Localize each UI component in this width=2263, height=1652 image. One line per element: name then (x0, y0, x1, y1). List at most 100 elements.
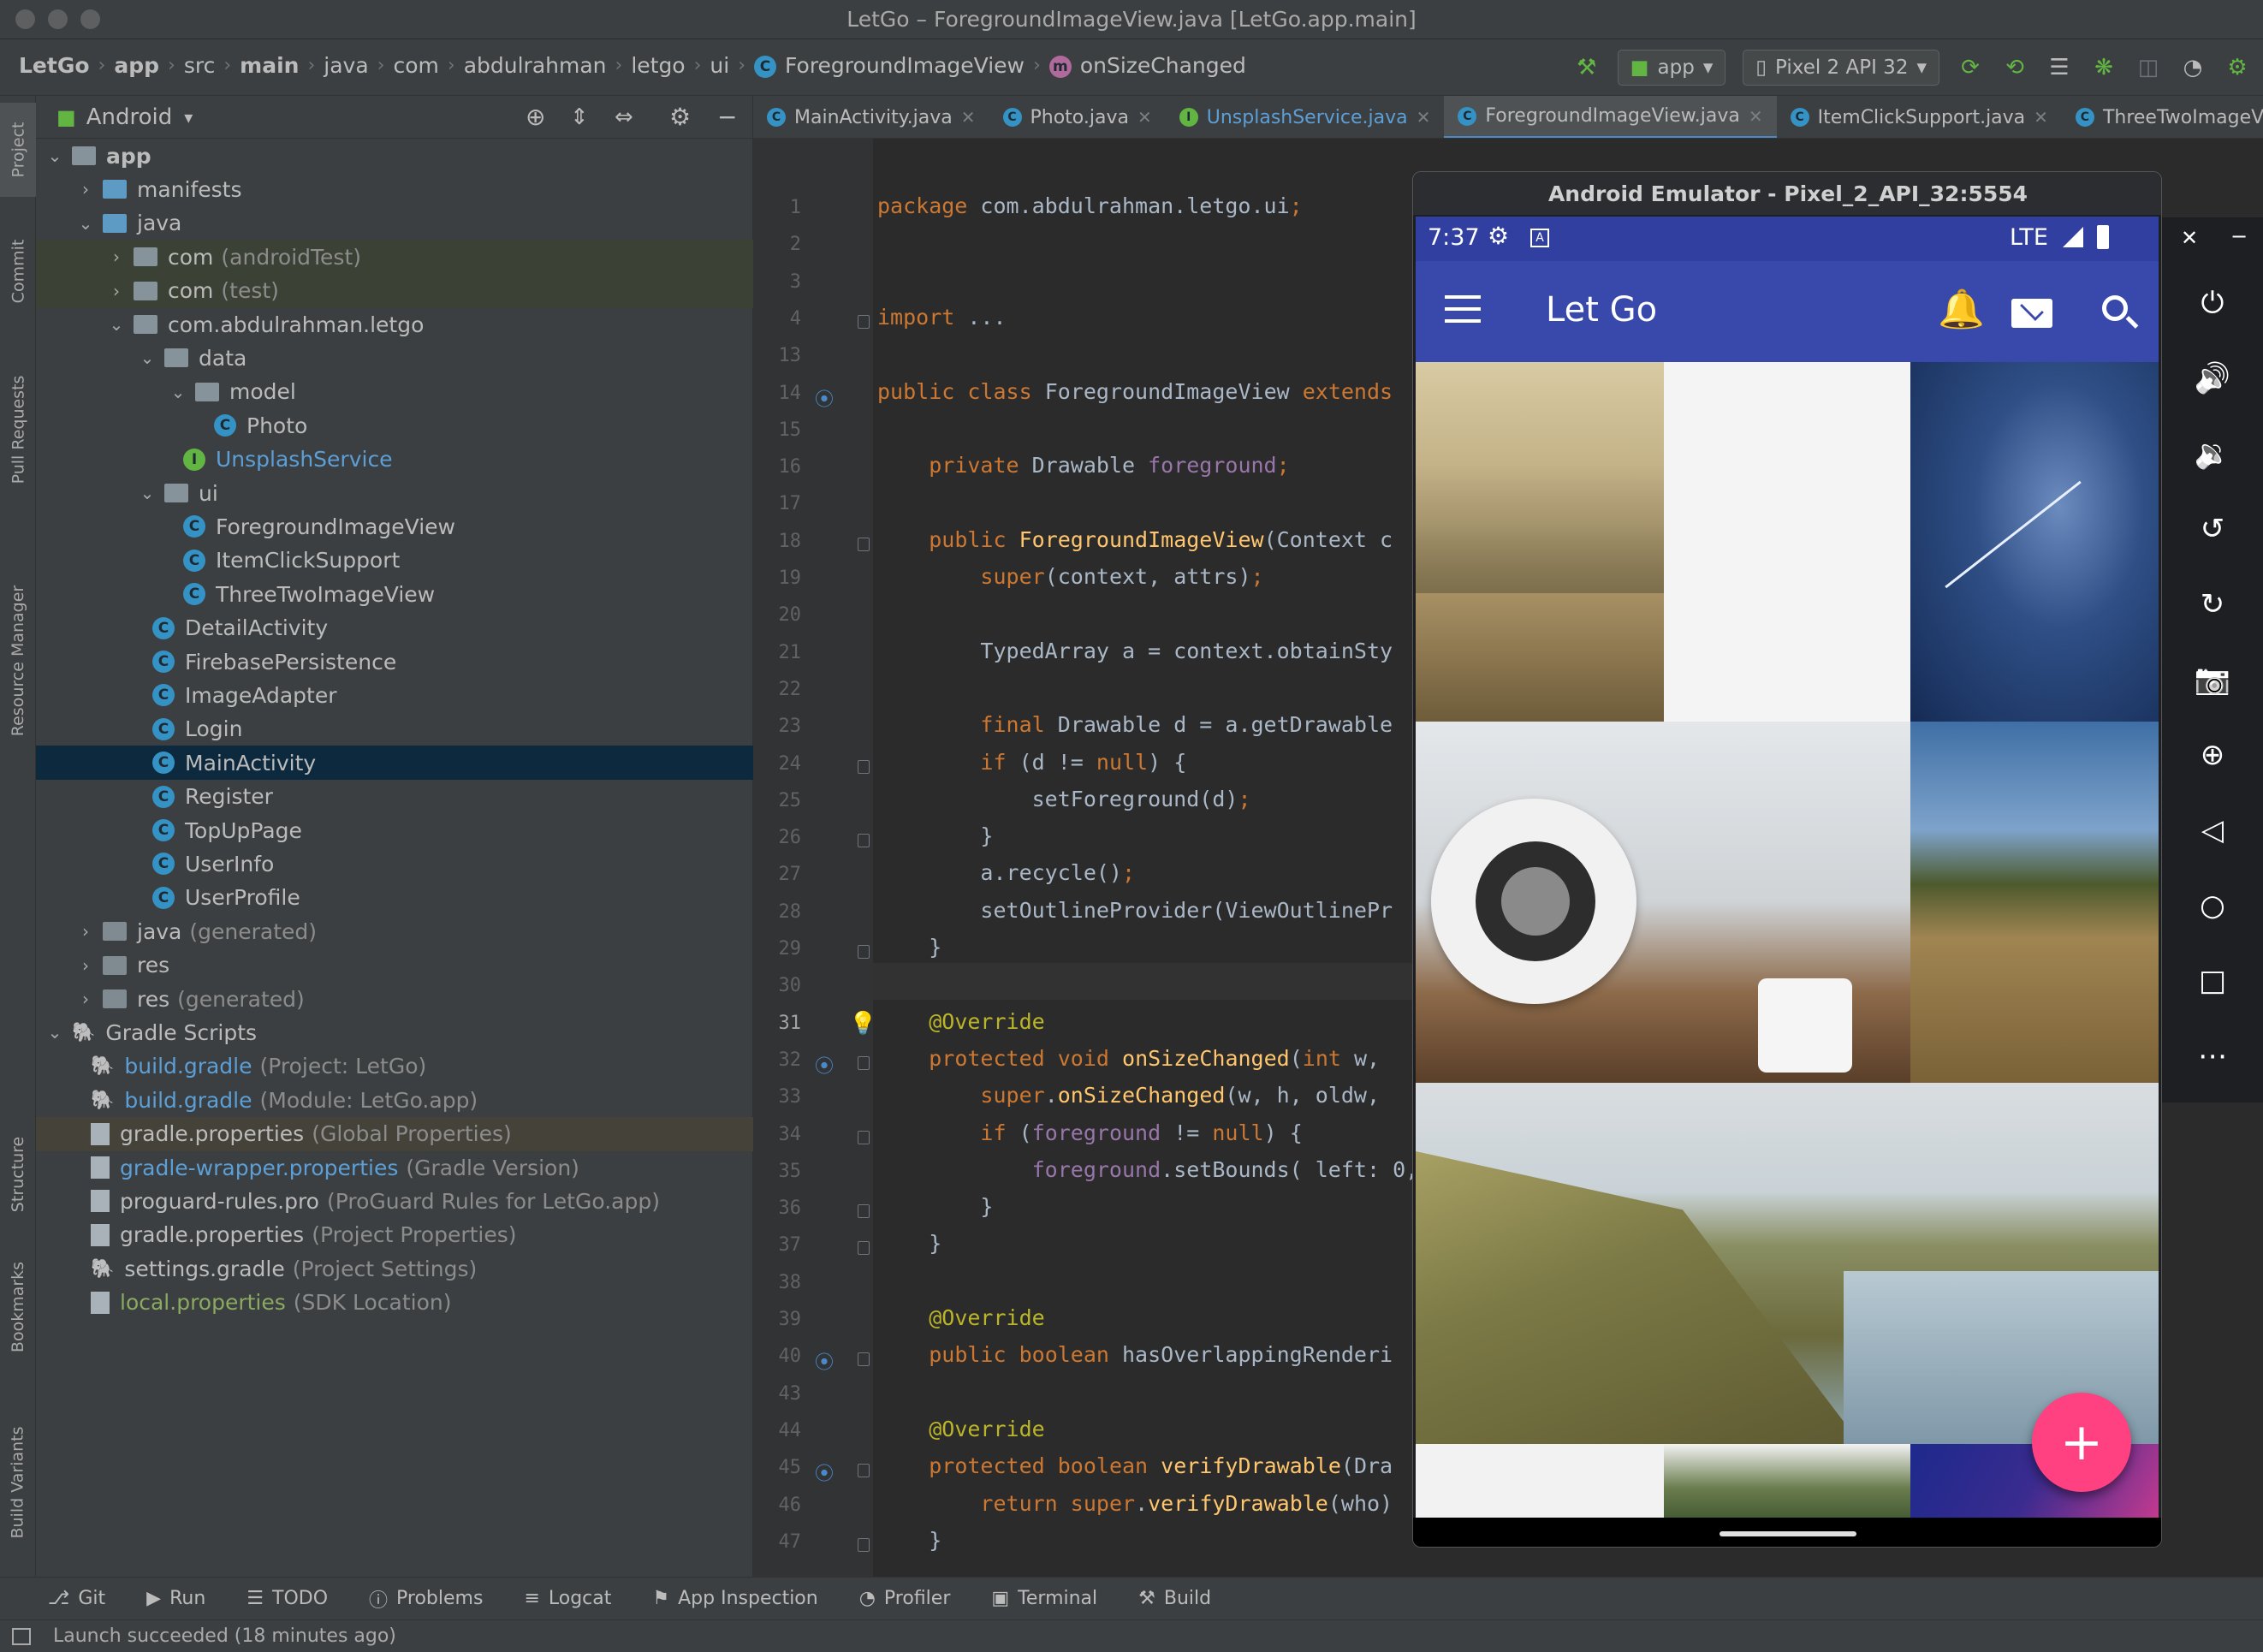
profile-icon[interactable]: ◔ (2179, 54, 2207, 81)
tree-item[interactable]: ⌄ ui (36, 476, 753, 510)
tool-window-logcat[interactable]: ≡ Logcat (503, 1588, 632, 1609)
device-select[interactable]: ▯ Pixel 2 API 32 ▾ (1743, 50, 1939, 86)
volume-down-icon[interactable]: 🔉 (2162, 428, 2263, 479)
tree-item[interactable]: C ForegroundImageView (36, 509, 753, 544)
breadcrumb-item[interactable]: abdulrahman (464, 53, 607, 78)
code-line[interactable]: TypedArray a = context.obtainSty (877, 639, 1393, 663)
fold-marker-icon[interactable] (858, 945, 870, 959)
tool-tab-pull-requests[interactable]: Pull Requests (0, 353, 36, 507)
menu-icon[interactable] (1445, 295, 1481, 323)
code-line[interactable]: public class ForegroundImageView extends (877, 379, 1393, 404)
apply-changes-icon[interactable]: ⟳ (1957, 54, 1984, 81)
fold-marker-icon[interactable] (858, 759, 870, 774)
fold-marker-icon[interactable] (858, 314, 870, 329)
tree-item[interactable]: ⌄ data (36, 341, 753, 375)
layout-toggle-icon[interactable] (12, 1627, 31, 1645)
tool-window-terminal[interactable]: ▣ Terminal (971, 1588, 1118, 1609)
tool-window-profiler[interactable]: ◔ Profiler (839, 1588, 971, 1609)
code-line[interactable]: setForeground(d); (877, 787, 1251, 811)
breadcrumb-item[interactable]: src (184, 53, 216, 78)
code-line[interactable]: } (877, 823, 993, 848)
close-tab-icon[interactable]: ✕ (961, 107, 976, 128)
tool-tab-build-variants[interactable]: Build Variants (0, 1405, 36, 1560)
editor-tab[interactable]: C ThreeTwoImageView.j (2062, 96, 2263, 138)
chevron-down-icon[interactable]: ▾ (184, 107, 193, 128)
build-hammer-icon[interactable]: ⚒ (1573, 54, 1601, 81)
chevron-down-icon[interactable]: ⌄ (169, 382, 187, 402)
code-line[interactable]: } (877, 1231, 941, 1256)
chevron-down-icon[interactable]: ⌄ (139, 348, 156, 368)
tree-item[interactable]: C FirebasePersistence (36, 645, 753, 679)
tree-item[interactable]: ⌄ java (36, 206, 753, 241)
tool-tab-project[interactable]: Project (0, 103, 36, 197)
volume-up-icon[interactable]: 🔊 (2162, 353, 2263, 404)
tree-item[interactable]: ⌄ 🐘 Gradle Scripts (36, 1015, 753, 1049)
photo-speaker-desk[interactable] (1416, 722, 1910, 1083)
tree-item[interactable]: C Photo (36, 408, 753, 443)
tree-item[interactable]: proguard-rules.pro (ProGuard Rules for Le… (36, 1184, 753, 1218)
tool-tab-bookmarks[interactable]: Bookmarks (0, 1243, 36, 1371)
attach-debugger-icon[interactable]: ◫ (2135, 54, 2162, 81)
tree-item[interactable]: › manifests (36, 172, 753, 206)
editor-tab[interactable]: C ForegroundImageView.java ✕ (1444, 96, 1777, 138)
breadcrumb-item[interactable]: java (324, 53, 368, 78)
tree-item[interactable]: › res (36, 948, 753, 983)
locate-icon[interactable]: ⊕ (526, 103, 545, 131)
breadcrumb-item[interactable]: C ForegroundImageView (754, 53, 1025, 78)
code-line[interactable]: a.recycle(); (877, 860, 1135, 885)
chevron-down-icon[interactable]: ⌄ (139, 483, 156, 503)
debug-icon[interactable]: ❋ (2090, 54, 2117, 81)
search-icon[interactable] (2102, 295, 2139, 329)
fold-marker-icon[interactable] (858, 834, 870, 848)
close-tab-icon[interactable]: ✕ (1749, 106, 1763, 127)
tool-tab-resource-manager[interactable]: Resource Manager (0, 550, 36, 772)
close-tab-icon[interactable]: ✕ (1137, 107, 1152, 128)
more-icon[interactable]: ⋯ (2162, 1031, 2263, 1082)
photo-blank-2[interactable] (1416, 1444, 1664, 1518)
code-line[interactable]: super.onSizeChanged(w, h, oldw, (877, 1083, 1380, 1108)
chevron-right-icon[interactable]: › (108, 247, 125, 267)
code-line[interactable]: private Drawable foreground; (877, 453, 1289, 478)
code-line[interactable]: setOutlineProvider(ViewOutlinePr (877, 898, 1393, 923)
photo-city-haze[interactable] (1416, 362, 1664, 722)
tree-item[interactable]: › com (androidTest) (36, 240, 753, 275)
tool-window-problems[interactable]: ⓘ Problems (348, 1585, 503, 1613)
chevron-down-icon[interactable]: ⌄ (46, 1022, 63, 1043)
code-line[interactable]: @Override (877, 1417, 1044, 1441)
code-line[interactable]: if (d != null) { (877, 750, 1186, 775)
power-icon[interactable]: ⏻ (2162, 277, 2263, 329)
minimize-emulator-icon[interactable]: − (2230, 224, 2248, 248)
tree-item[interactable]: C ThreeTwoImageView (36, 577, 753, 611)
tree-item[interactable]: C Register (36, 780, 753, 814)
code-line[interactable]: final Drawable d = a.getDrawable (877, 712, 1393, 737)
fold-marker-icon[interactable] (858, 1464, 870, 1478)
bell-icon[interactable]: 🔔 (1938, 287, 1985, 331)
tree-item[interactable]: C MainActivity (36, 746, 753, 781)
tool-window-app-inspection[interactable]: ⚑ App Inspection (632, 1588, 838, 1609)
fold-marker-icon[interactable] (858, 1241, 870, 1256)
intention-bulb-icon[interactable]: 💡 (849, 1011, 876, 1037)
chevron-down-icon[interactable]: ⌄ (46, 146, 63, 166)
tree-item[interactable]: ⌄ com.abdulrahman.letgo (36, 307, 753, 342)
code-line[interactable]: } (877, 935, 941, 960)
editor-tab[interactable]: C MainActivity.java ✕ (753, 96, 989, 138)
code-line[interactable]: } (877, 1194, 993, 1219)
tree-item[interactable]: ⌄ model (36, 375, 753, 409)
mail-icon[interactable] (2011, 297, 2052, 328)
code-line[interactable]: @Override (877, 1009, 1044, 1034)
tree-item[interactable]: › com (test) (36, 273, 753, 308)
tree-item[interactable]: 🐘 settings.gradle (Project Settings) (36, 1251, 753, 1286)
zoom-icon[interactable]: ⊕ (2162, 729, 2263, 781)
breadcrumb-item[interactable]: LetGo (19, 53, 90, 78)
back-icon[interactable]: ◁ (2162, 805, 2263, 856)
code-line[interactable]: if (foreground != null) { (877, 1120, 1302, 1145)
photo-coastline[interactable] (1416, 1083, 2159, 1444)
code-line[interactable]: public boolean hasOverlappingRenderi (877, 1342, 1393, 1367)
tree-item[interactable]: 🐘 build.gradle (Module: LetGo.app) (36, 1083, 753, 1117)
chevron-right-icon[interactable]: › (77, 955, 94, 976)
override-marker-icon[interactable]: ⦿ (815, 1459, 834, 1486)
code-line[interactable]: public ForegroundImageView(Context c (877, 527, 1393, 552)
tree-item[interactable]: › res (generated) (36, 982, 753, 1016)
tree-item[interactable]: C DetailActivity (36, 611, 753, 645)
fold-marker-icon[interactable] (858, 1055, 870, 1070)
